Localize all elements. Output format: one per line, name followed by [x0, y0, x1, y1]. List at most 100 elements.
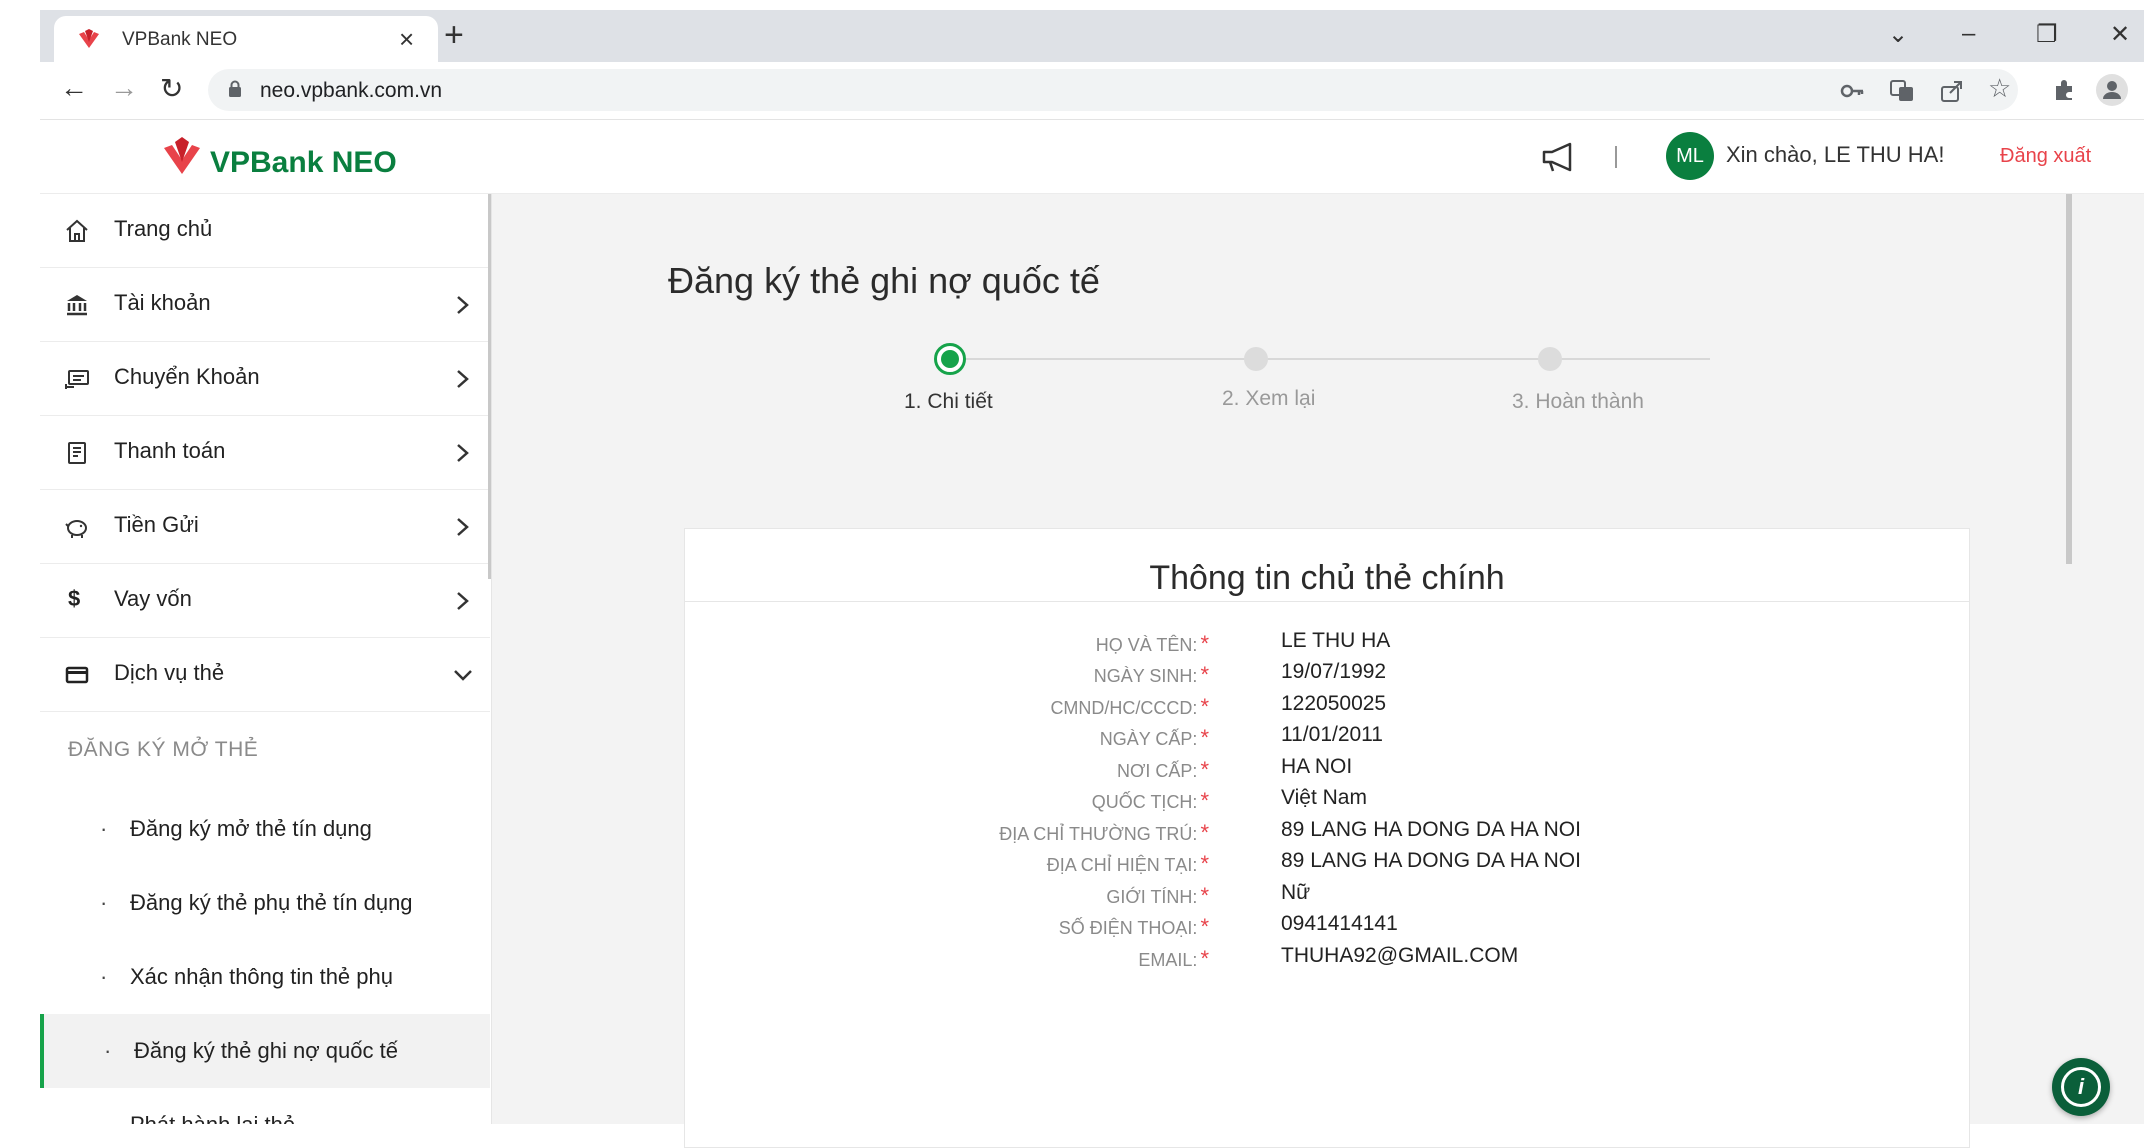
chevron-right-icon: [457, 518, 469, 536]
new-tab-button[interactable]: +: [444, 16, 464, 55]
sub-item-label: Đăng ký thẻ phụ thẻ tín dụng: [130, 890, 413, 915]
sub-item-reissue-card[interactable]: · Phát hành lại thẻ: [40, 1088, 490, 1124]
step-1-label: 1. Chi tiết: [904, 390, 993, 413]
avatar[interactable]: ML: [1666, 132, 1714, 180]
required-mark: *: [1200, 820, 1209, 845]
tab-close-icon[interactable]: ×: [399, 24, 414, 55]
cardholder-info-card: Thông tin chủ thẻ chính HỌ VÀ TÊN: * LE TH…: [684, 528, 1970, 1148]
sidebar-item-card-services[interactable]: Dịch vụ thẻ: [40, 638, 490, 712]
step-1-indicator: [934, 343, 966, 375]
sidebar-item-label: Tài khoản: [114, 290, 211, 315]
chevron-right-icon: [457, 592, 469, 610]
field-label: CMND/HC/CCCD: *: [1050, 694, 1209, 720]
vpbank-logo-icon: [164, 137, 200, 174]
help-icon: i: [2061, 1067, 2101, 1107]
field-label: NƠI CẤP: *: [1117, 757, 1209, 783]
sidebar-item-deposit[interactable]: Tiền Gửi: [40, 490, 490, 564]
logo-text: VPBank NEO: [210, 146, 397, 179]
field-label-text: QUỐC TỊCH:: [1091, 792, 1198, 812]
required-mark: *: [1200, 946, 1209, 971]
url-text: neo.vpbank.com.vn: [260, 79, 443, 102]
required-mark: *: [1200, 788, 1209, 813]
address-bar[interactable]: neo.vpbank.com.vn ☆: [208, 69, 2018, 111]
field-label: NGÀY SINH: *: [1094, 662, 1209, 688]
sidebar-item-loan[interactable]: $ Vay vốn: [40, 564, 490, 638]
section-label-card-registration: ĐĂNG KÝ MỞ THẺ: [68, 738, 259, 761]
logout-link[interactable]: Đăng xuất: [2000, 145, 2091, 168]
forward-button[interactable]: →: [110, 72, 138, 104]
bullet: ·: [100, 816, 108, 841]
browser-tab[interactable]: VPBank NEO ×: [54, 16, 438, 62]
app-header: VPBank NEO ML Xin chào, LE THU HA! Đăng …: [40, 120, 2144, 194]
back-button[interactable]: ←: [60, 72, 88, 104]
transfer-icon: [65, 370, 89, 389]
required-mark: *: [1200, 851, 1209, 876]
field-label-text: NGÀY SINH:: [1093, 666, 1198, 686]
field-label-text: GIỚI TÍNH:: [1106, 887, 1198, 907]
bill-icon: [68, 442, 86, 464]
chevron-down-icon: [454, 670, 472, 681]
field-label: GIỚI TÍNH: *: [1106, 883, 1209, 909]
card-title: Thông tin chủ thẻ chính: [1149, 559, 1505, 597]
translate-icon[interactable]: [1888, 77, 1916, 105]
sidebar-item-label: Tiền Gửi: [114, 512, 199, 537]
field-label: ĐỊA CHỈ HIỆN TẠI: *: [1047, 851, 1209, 877]
lock-icon: [229, 80, 241, 97]
sidebar-item-label: Thanh toán: [114, 438, 226, 463]
reload-button[interactable]: ↻: [160, 72, 183, 105]
field-value: 89 LANG HA DONG DA HA NOI: [1281, 849, 1581, 872]
vpbank-favicon-icon: [79, 29, 99, 48]
share-icon[interactable]: [1938, 77, 1966, 105]
restore-button[interactable]: ❐: [2036, 20, 2058, 49]
sub-item-credit-card-registration[interactable]: · Đăng ký mở thẻ tín dụng: [40, 792, 490, 866]
sidebar-item-label: Chuyển Khoản: [114, 364, 260, 389]
greeting-text: Xin chào, LE THU HA!: [1726, 142, 1945, 167]
sidebar-item-home[interactable]: Trang chủ: [40, 194, 490, 268]
required-mark: *: [1200, 694, 1209, 719]
chevron-right-icon: [457, 296, 469, 314]
field-value: 89 LANG HA DONG DA HA NOI: [1281, 818, 1581, 841]
sub-item-label: Đăng ký thẻ ghi nợ quốc tế: [134, 1038, 398, 1063]
field-value: 122050025: [1281, 692, 1387, 715]
bookmark-star-icon[interactable]: ☆: [1988, 73, 2016, 103]
field-value: 19/07/1992: [1281, 660, 1387, 683]
profile-icon[interactable]: [2096, 74, 2128, 106]
tab-title: VPBank NEO: [122, 29, 238, 50]
field-label-text: EMAIL:: [1138, 950, 1198, 970]
field-value: 11/01/2011: [1281, 723, 1383, 746]
field-label: ĐỊA CHỈ THƯỜNG TRÚ: *: [999, 820, 1209, 846]
step-3-indicator: [1538, 347, 1562, 371]
bullet: ·: [100, 964, 108, 989]
required-mark: *: [1200, 883, 1209, 908]
card-divider: [685, 601, 1969, 602]
main-scrollbar[interactable]: [2066, 194, 2072, 564]
chevron-right-icon: [457, 370, 469, 388]
field-label: HỌ VÀ TÊN: *: [1096, 631, 1209, 657]
sidebar-item-accounts[interactable]: Tài khoản: [40, 268, 490, 342]
tab-search-chevron-icon[interactable]: ⌄: [1888, 20, 1908, 49]
sidebar-item-transfer[interactable]: Chuyển Khoản: [40, 342, 490, 416]
bullet: ·: [100, 1112, 107, 1124]
sub-item-label: Đăng ký mở thẻ tín dụng: [130, 816, 372, 841]
field-value: Việt Nam: [1281, 786, 1367, 809]
sub-item-debit-card-registration[interactable]: · Đăng ký thẻ ghi nợ quốc tế: [40, 1014, 490, 1088]
field-value: HA NOI: [1281, 755, 1353, 778]
field-label-text: NƠI CẤP:: [1116, 761, 1198, 781]
key-icon[interactable]: [1838, 77, 1866, 105]
field-label-text: NGÀY CẤP:: [1099, 729, 1198, 749]
required-mark: *: [1200, 662, 1209, 687]
sub-item-supplementary-card[interactable]: · Đăng ký thẻ phụ thẻ tín dụng: [40, 866, 490, 940]
help-chat-button[interactable]: i: [2052, 1058, 2110, 1116]
sub-item-confirm-supplementary[interactable]: · Xác nhận thông tin thẻ phụ: [40, 940, 490, 1014]
sidebar-item-payment[interactable]: Thanh toán: [40, 416, 490, 490]
extensions-icon[interactable]: [2050, 76, 2078, 104]
field-value: LE THU HA: [1281, 629, 1391, 652]
field-label-text: CMND/HC/CCCD:: [1050, 698, 1198, 718]
piggy-bank-icon: [65, 520, 87, 538]
field-label: EMAIL: *: [1138, 946, 1209, 972]
minimize-button[interactable]: –: [1962, 20, 1975, 48]
main-content: Đăng ký thẻ ghi nợ quốc tế 1. Chi tiết 2…: [492, 194, 2144, 1148]
field-label: SỐ ĐIỆN THOẠI: *: [1059, 914, 1209, 940]
megaphone-icon[interactable]: [1540, 140, 1578, 174]
window-close-button[interactable]: ✕: [2110, 20, 2130, 49]
